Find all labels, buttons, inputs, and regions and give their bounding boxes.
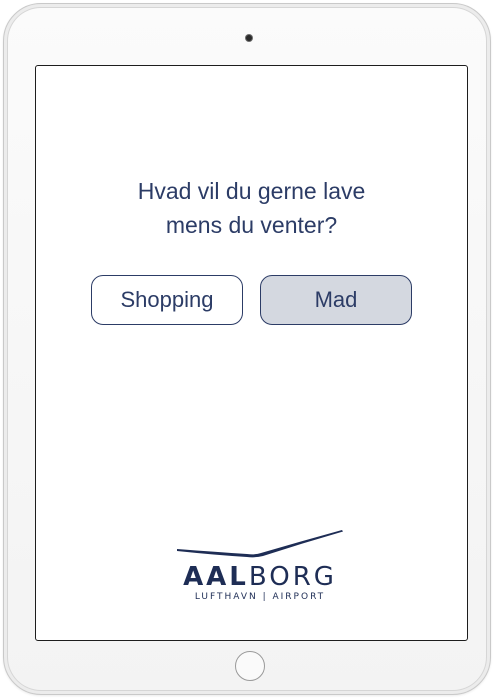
logo-wing-swoosh xyxy=(177,530,343,558)
aalborg-airport-logo: AALBORG LUFTHAVN | AIRPORT xyxy=(177,528,343,604)
question-prompt: Hvad vil du gerne lave mens du venter? xyxy=(36,174,467,242)
tablet-device-frame: Hvad vil du gerne lave mens du venter? S… xyxy=(3,3,491,695)
shopping-button[interactable]: Shopping xyxy=(91,275,243,325)
home-button[interactable] xyxy=(235,651,265,681)
logo-wordmark-light: BORG xyxy=(248,562,337,592)
logo-wordmark-bold: AAL xyxy=(183,562,249,592)
question-line-2: mens du venter? xyxy=(165,212,338,238)
logo-wordmark: AALBORG xyxy=(177,562,343,592)
mad-button[interactable]: Mad xyxy=(260,275,412,325)
shopping-button-label: Shopping xyxy=(120,287,214,312)
question-line-1: Hvad vil du gerne lave xyxy=(137,178,366,204)
tablet-screen: Hvad vil du gerne lave mens du venter? S… xyxy=(35,65,468,641)
front-camera xyxy=(246,35,252,41)
mad-button-label: Mad xyxy=(314,287,358,312)
logo-subtitle: LUFTHAVN | AIRPORT xyxy=(194,592,326,602)
